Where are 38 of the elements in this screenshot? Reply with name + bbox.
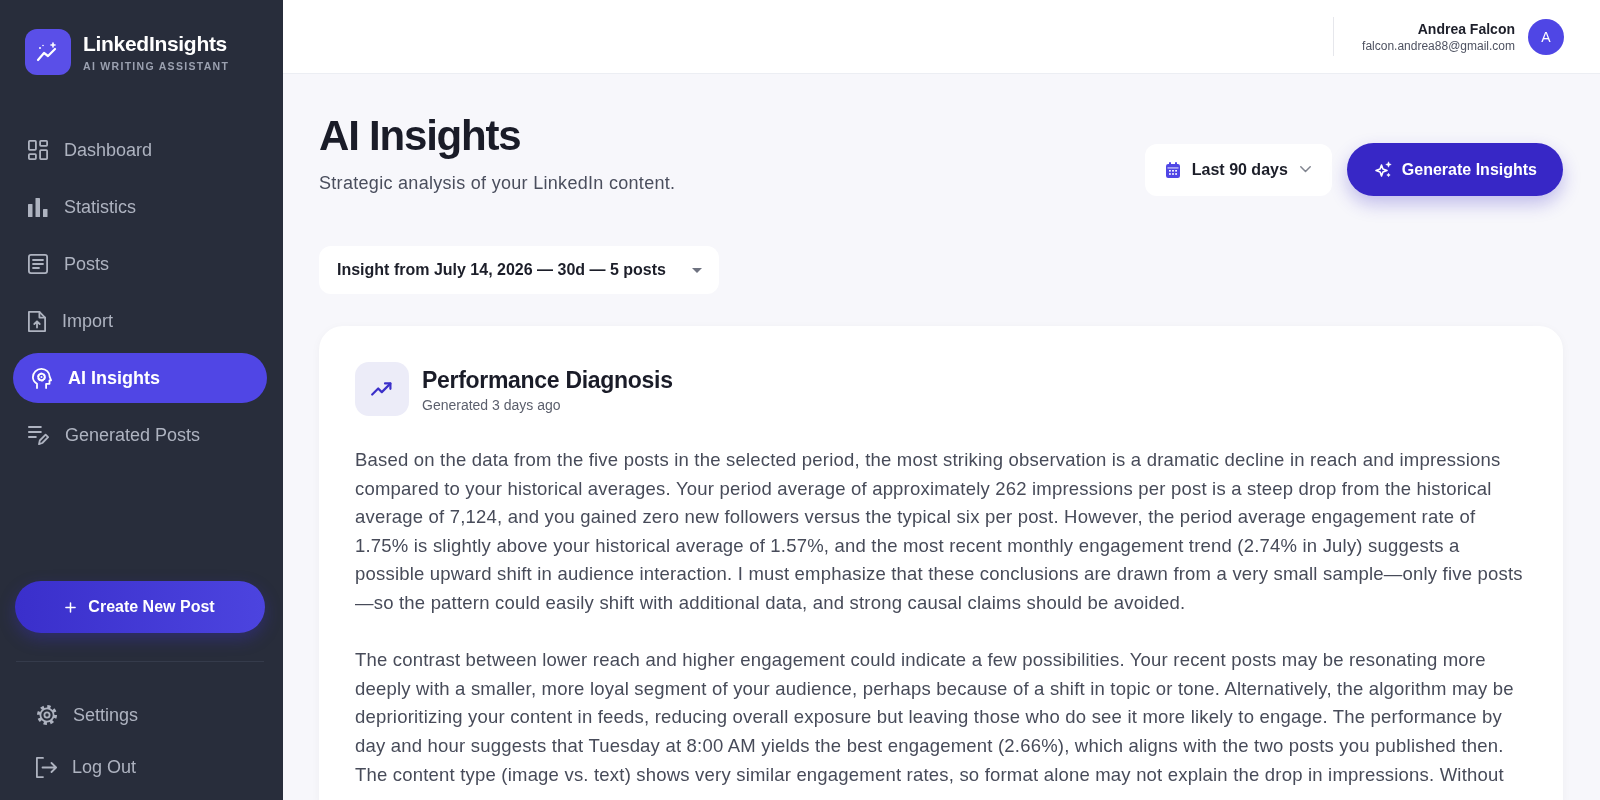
nav-item[interactable]: Dashboard — [13, 125, 267, 175]
create-post-button[interactable]: Create New Post — [15, 581, 265, 633]
card-title: Performance Diagnosis — [422, 365, 673, 394]
sidebar-link[interactable]: Settings — [28, 693, 149, 737]
logout-icon — [36, 756, 57, 778]
head-gear-icon — [32, 367, 52, 389]
user-name: Andrea Falcon — [1417, 20, 1515, 37]
trend-up-icon — [355, 362, 409, 416]
sparkle-trend-icon — [25, 29, 71, 75]
plus-icon — [65, 601, 77, 613]
lines-pencil-icon — [28, 425, 49, 445]
page-title: AI Insights — [319, 111, 522, 161]
user-email: falcon.andrea88@gmail.com — [1362, 38, 1515, 53]
nav-item[interactable]: Statistics — [13, 182, 267, 232]
paragraph: Based on the data from the five posts in the selected period, the most striking observation is a dramatic decline in reach and impressions compared to your historical averages. Your period average of approximately 262 impressions per post is a steep drop from the historical average of 7,124, and you gained zero new followers versus the typical six per post. However, the period average engagement rate of 1.75% is slightly above your historical average of 1.57%, and the most recent monthly engagement trend (2.74% in July) suggests a possible upward shift in audience interaction. I must emphasize that these conclusions are drawn from a very small sample—only five posts—so the pattern could easily shift with additional data, and strong causal claims should be avoided. — [355, 448, 1524, 615]
document-icon — [28, 254, 48, 274]
page-subtitle: Strategic analysis of your LinkedIn content. — [319, 172, 676, 195]
calendar-icon — [1165, 161, 1180, 178]
nav-item[interactable]: Posts — [13, 239, 267, 289]
date-range-dropdown[interactable]: Last 90 days — [1144, 143, 1332, 196]
caret-down-icon — [692, 267, 702, 273]
sidebar-link[interactable]: Log Out — [28, 745, 147, 789]
nav-item[interactable]: Import — [13, 296, 267, 346]
user-avatar[interactable]: A — [1528, 18, 1564, 55]
file-upload-icon — [28, 310, 46, 332]
card-timestamp: Generated 3 days ago — [422, 396, 562, 413]
sparkles-icon — [1374, 161, 1392, 178]
generate-insights-button[interactable]: Generate Insights — [1346, 143, 1563, 196]
brand-tagline: AI WRITING ASSISTANT — [83, 59, 230, 73]
nav-item[interactable]: Generated Posts — [13, 410, 267, 460]
nav-item[interactable]: AI Insights — [13, 353, 267, 403]
brand-name: LinkedInsights — [83, 31, 228, 56]
chevron-down-icon — [1299, 166, 1311, 173]
layout-grid-icon — [28, 140, 48, 160]
paragraph: The contrast between lower reach and higher engagement could indicate a few possibilities. Your recent posts may be resonating more deeply with a smaller, more loyal segment of your audience, perhaps because of a shift in topic or tone. Alternatively, the algorithm may be deprioritizing your content in feeds, reducing overall exposure but leaving those who do see it more likely to engage. The performance by day and hour suggests that Tuesday at 8:00 AM yields the best engagement (2.66%), which aligns with the two posts you published then. The content type (image vs. text) shows very similar engagement rates, so format alone may not explain the drop in impressions. Without — [355, 648, 1515, 787]
settings-icon — [36, 704, 58, 726]
insight-dropdown[interactable]: Insight from July 14, 2026 — 30d — 5 posts — [319, 246, 719, 294]
bar-chart-icon — [28, 197, 48, 217]
